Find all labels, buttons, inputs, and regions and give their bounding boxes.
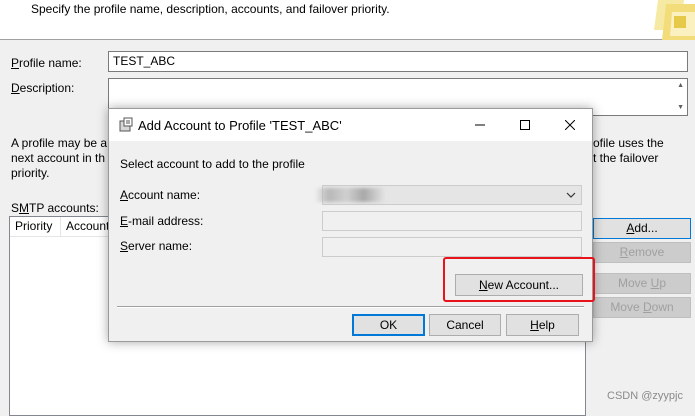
close-button[interactable] <box>547 109 592 141</box>
profile-name-label: Profile name: <box>11 56 82 70</box>
scroll-down-icon[interactable]: ▼ <box>677 104 684 111</box>
add-account-button[interactable]: Add... <box>593 218 691 239</box>
maximize-button[interactable] <box>502 109 547 141</box>
watermark: CSDN @zyypjc <box>607 390 683 402</box>
dialog-separator <box>117 306 584 308</box>
account-name-redacted <box>315 188 385 202</box>
dialog-titlebar[interactable]: Add Account to Profile 'TEST_ABC' <box>109 109 592 141</box>
new-account-button[interactable]: New Account... <box>455 274 583 296</box>
move-down-button[interactable]: Move Down <box>593 297 691 318</box>
help-button[interactable]: Help <box>506 314 579 336</box>
close-icon <box>564 120 575 130</box>
account-name-combobox[interactable] <box>315 185 582 205</box>
dialog-prompt: Select account to add to the profile <box>120 157 305 171</box>
chevron-down-icon[interactable] <box>565 188 577 202</box>
minimize-button[interactable] <box>457 109 502 141</box>
email-address-label: E-mail address: <box>120 214 204 228</box>
remove-button[interactable]: Remove <box>593 242 691 263</box>
minimize-icon <box>474 124 485 126</box>
scroll-up-icon[interactable]: ▲ <box>677 82 684 89</box>
profile-name-field[interactable]: TEST_ABC <box>108 51 688 72</box>
email-address-field[interactable] <box>322 211 582 231</box>
server-name-label: Server name: <box>120 239 193 253</box>
wizard-header: Specify the profile name, description, a… <box>0 0 695 40</box>
profile-info-text-left: A profile may be a next account in th pr… <box>11 136 108 180</box>
smtp-accounts-label: SMTP accounts: <box>11 201 99 215</box>
dialog-title: Add Account to Profile 'TEST_ABC' <box>138 118 342 133</box>
maximize-icon <box>519 120 530 130</box>
cancel-button[interactable]: Cancel <box>429 314 501 336</box>
profile-name-value: TEST_ABC <box>113 54 176 68</box>
server-name-field[interactable] <box>322 237 582 257</box>
add-account-dialog: Add Account to Profile 'TEST_ABC' Select… <box>108 108 595 342</box>
column-header-priority[interactable]: Priority <box>10 217 61 237</box>
move-up-button[interactable]: Move Up <box>593 273 691 294</box>
database-profile-icon <box>119 117 133 132</box>
description-label: Description: <box>11 81 75 95</box>
account-name-label: Account name: <box>120 188 201 202</box>
profile-info-text-right: ofile uses the t the failover <box>593 136 664 165</box>
wizard-header-text: Specify the profile name, description, a… <box>31 2 390 16</box>
ok-button[interactable]: OK <box>352 314 425 336</box>
wizard-folder-icon <box>654 0 695 40</box>
